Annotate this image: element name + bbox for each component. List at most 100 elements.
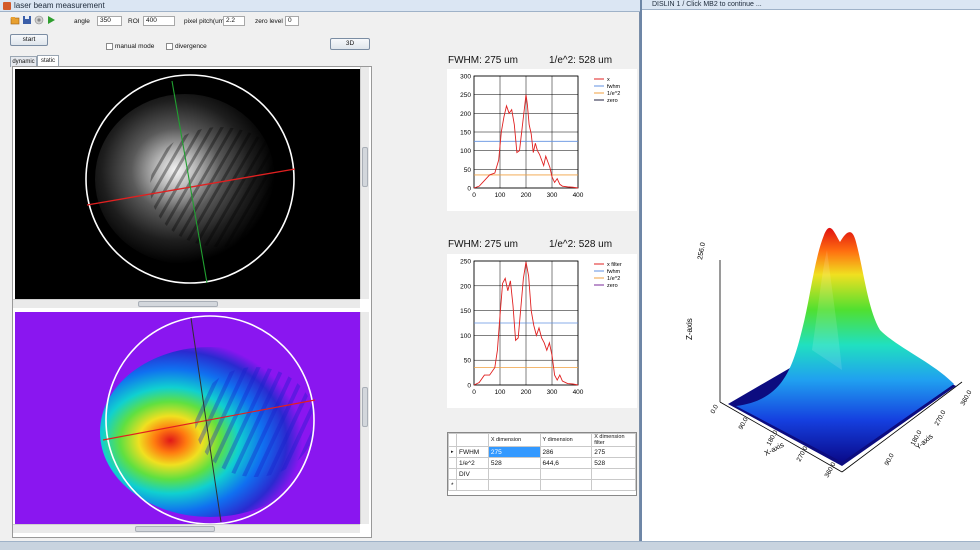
z-axis-label: Z-axis: [685, 318, 694, 340]
dislin-window: DISLIN 1 / Click MB2 to continue ... 256…: [640, 0, 980, 550]
angle-label: angle: [74, 18, 90, 25]
table-cell-div-y[interactable]: [539, 468, 593, 480]
legend-label: fwhm: [607, 84, 621, 90]
table-header-row: X dimension Y dimension X dimension filt…: [448, 433, 636, 447]
table-cell-new-x[interactable]: [487, 479, 541, 491]
fwhm-readout-2: FWHM: 275 um: [448, 239, 519, 250]
start-button[interactable]: start: [10, 34, 48, 46]
profile-chart-2: 0 100 200 300 400 0 50 100 150 200 250 x filter fwhm…: [447, 254, 637, 408]
record-icon[interactable]: [34, 15, 44, 25]
row-label: [455, 479, 489, 491]
y-tick-label: 200: [460, 283, 471, 290]
profile-chart-2-svg: 0 100 200 300 400 0 50 100 150 200 250 x filterfwhm…: [460, 259, 622, 397]
row-label: 1/e^2: [455, 457, 489, 469]
table-cell-new-xf[interactable]: [591, 479, 636, 491]
manual-mode-checkbox[interactable]: [106, 43, 113, 50]
surface-plot-3d: 256.0 Z-axis 0.0 90.0 180.0 270.0 360.0 …: [685, 227, 974, 479]
table-row[interactable]: ▸ FWHM 275 286 275: [448, 446, 636, 458]
table-cell-e2-x[interactable]: 528: [487, 457, 541, 469]
legend-label: x: [607, 77, 610, 83]
y-tick-label: 0: [467, 186, 471, 193]
e2-readout-2: 1/e^2: 528 um: [549, 239, 613, 250]
zero-level-field[interactable]: 0: [285, 16, 299, 26]
play-icon[interactable]: [46, 15, 56, 25]
x-tick-label: 200: [521, 192, 532, 199]
y-tick-label: 300: [460, 74, 471, 81]
x-tick-label: 400: [573, 192, 584, 199]
main-window: laser beam measurement angle 350 ROI 400…: [0, 0, 640, 550]
legend-label: 1/e^2: [607, 91, 620, 97]
y-tick-label: 100: [460, 333, 471, 340]
table-row[interactable]: *: [448, 479, 636, 491]
header-x-dimension-filter: X dimension filter: [591, 433, 636, 447]
y-tick-3: 360.0: [960, 389, 974, 407]
header-label-cell: [455, 433, 489, 447]
image2-horizontal-scrollbar[interactable]: [13, 524, 360, 533]
table-cell-fwhm-x[interactable]: 275: [487, 446, 541, 458]
image1-horizontal-scrollbar[interactable]: [13, 299, 360, 308]
y-tick-label: 150: [460, 308, 471, 315]
x-tick-0: 0.0: [710, 403, 721, 415]
x-tick-label: 0: [472, 192, 476, 199]
angle-field[interactable]: 350: [97, 16, 122, 26]
x-tick-4: 360.0: [824, 461, 838, 479]
x-tick-label: 100: [495, 192, 506, 199]
divergence-label: divergence: [175, 43, 207, 50]
y-tick-label: 50: [464, 358, 472, 365]
profile-chart-1-svg: 0 100 200 300 400 0 50 100 150 200 250 300 xfwhm1/e^…: [460, 74, 621, 200]
3d-button[interactable]: 3D: [330, 38, 370, 50]
y-tick-2: 270.0: [934, 409, 948, 427]
row-indicator: *: [448, 479, 457, 491]
row-indicator: [448, 457, 457, 469]
image1-vertical-scrollbar[interactable]: [360, 67, 369, 299]
divergence-checkbox[interactable]: [166, 43, 173, 50]
y-tick-label: 200: [460, 111, 471, 118]
legend-label: x filter: [607, 262, 622, 268]
legend-label: 1/e^2: [607, 276, 620, 282]
results-table[interactable]: X dimension Y dimension X dimension filt…: [447, 432, 637, 496]
pixel-pitch-field[interactable]: 2.2: [223, 16, 245, 26]
profile-chart-1: 0 100 200 300 400 0 50 100 150 200 250 300 x fwhm 1/e^…: [447, 69, 637, 211]
header-y-dimension: Y dimension: [539, 433, 593, 447]
image2-vertical-scrollbar[interactable]: [360, 312, 369, 524]
table-row[interactable]: 1/e^2 528 644,6 528: [448, 457, 636, 469]
image-panel: [12, 66, 372, 538]
table-cell-new-y[interactable]: [539, 479, 593, 491]
z-max-label: 256.0: [697, 242, 707, 261]
header-x-dimension: X dimension: [487, 433, 541, 447]
title-bar: laser beam measurement: [0, 0, 640, 12]
surface-peak: [736, 227, 954, 462]
table-cell-e2-y[interactable]: 644,6: [539, 457, 593, 469]
fwhm-readout-1: FWHM: 275 um: [448, 55, 519, 66]
table-cell-fwhm-xf[interactable]: 275: [591, 446, 636, 458]
e2-readout-1: 1/e^2: 528 um: [549, 55, 613, 66]
x-tick-label: 0: [472, 389, 476, 396]
row-label: DIV: [455, 468, 489, 480]
window-title: laser beam measurement: [14, 1, 105, 10]
table-cell-div-xf[interactable]: [591, 468, 636, 480]
y-tick-label: 250: [460, 92, 471, 99]
y-tick-label: 100: [460, 148, 471, 155]
zero-level-label: zero level: [255, 18, 283, 25]
table-row[interactable]: DIV: [448, 468, 636, 480]
x-tick-label: 300: [547, 192, 558, 199]
row-indicator: [448, 468, 457, 480]
y-tick-label: 50: [464, 167, 472, 174]
x-tick-label: 400: [573, 389, 584, 396]
x-tick-label: 200: [521, 389, 532, 396]
row-label: FWHM: [455, 446, 489, 458]
legend-label: fwhm: [607, 269, 621, 275]
table-cell-e2-xf[interactable]: 528: [591, 457, 636, 469]
save-icon[interactable]: [22, 15, 32, 25]
y-tick-0: 90.0: [884, 452, 896, 467]
legend-label: zero: [607, 98, 618, 104]
y-tick-label: 150: [460, 130, 471, 137]
taskbar: [0, 541, 980, 550]
roi-field[interactable]: 400: [143, 16, 175, 26]
table-cell-div-x[interactable]: [487, 468, 541, 480]
open-icon[interactable]: [10, 15, 20, 25]
x-tick-label: 100: [495, 389, 506, 396]
x-tick-label: 300: [547, 389, 558, 396]
table-cell-fwhm-y[interactable]: 286: [539, 446, 593, 458]
dislin-title: DISLIN 1 / Click MB2 to continue ...: [642, 0, 980, 10]
